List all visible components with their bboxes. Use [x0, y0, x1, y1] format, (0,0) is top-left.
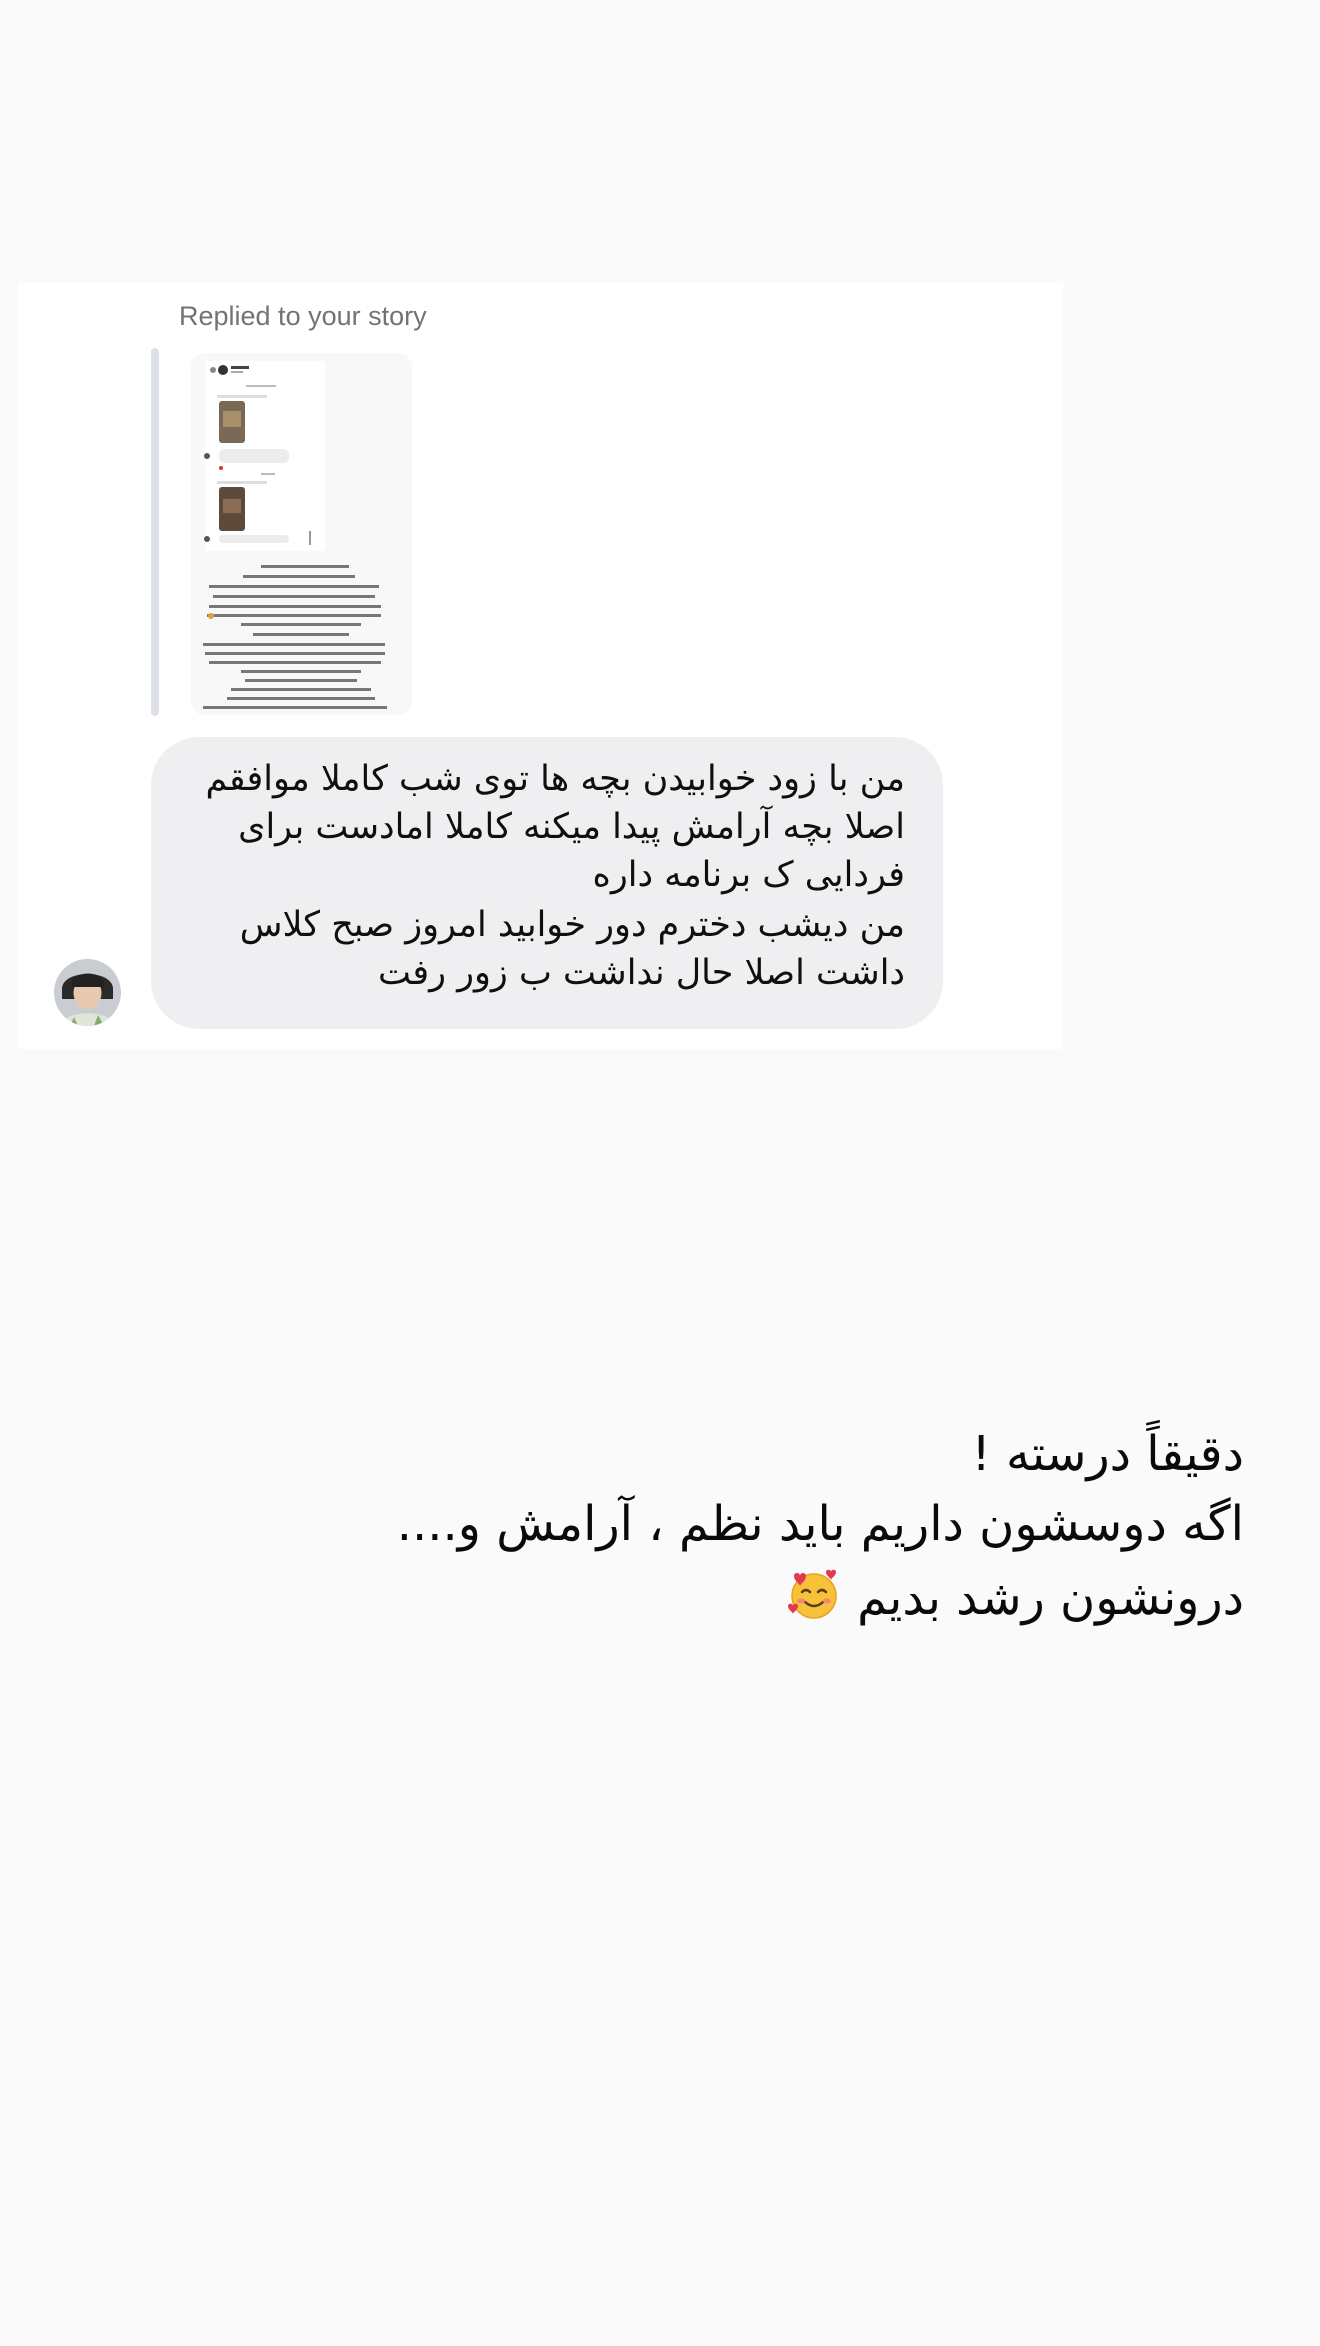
message-line: اصلا بچه آرامش پیدا میکنه کاملا امادست ب…: [238, 807, 905, 847]
story-screenshot-graphic: [191, 353, 412, 715]
message-line: من دیشب دخترم دور خوابید امروز صبح کلاس: [239, 905, 905, 945]
story-thumbnail[interactable]: [191, 353, 412, 715]
quote-bar: [151, 348, 159, 716]
caption-line: اگه دوسشون داریم باید نظم ، آرامش و....: [396, 1496, 1244, 1552]
message-line: من با زود خوابیدن بچه ها توی شب کاملا مو…: [205, 759, 905, 799]
smiling-face-with-hearts-icon: [786, 1566, 842, 1622]
message-line: داشت اصلا حال نداشت ب زور رفت: [378, 953, 905, 993]
caption-line-text: درونشون رشد بدیم: [857, 1570, 1244, 1626]
caption-line-3: درونشون رشد بدیم: [786, 1566, 1244, 1626]
dm-card: Replied to your story من با زود خوابیدن …: [18, 283, 1063, 1049]
avatar[interactable]: [54, 959, 121, 1026]
message-bubble[interactable]: من با زود خوابیدن بچه ها توی شب کاملا مو…: [151, 737, 943, 1029]
replied-to-story-label: Replied to your story: [179, 301, 427, 331]
caption-line: دقیقاً درسته !: [971, 1426, 1244, 1482]
message-line: فردایی ک برنامه داره: [592, 855, 906, 895]
user-avatar-icon: [54, 959, 121, 1026]
